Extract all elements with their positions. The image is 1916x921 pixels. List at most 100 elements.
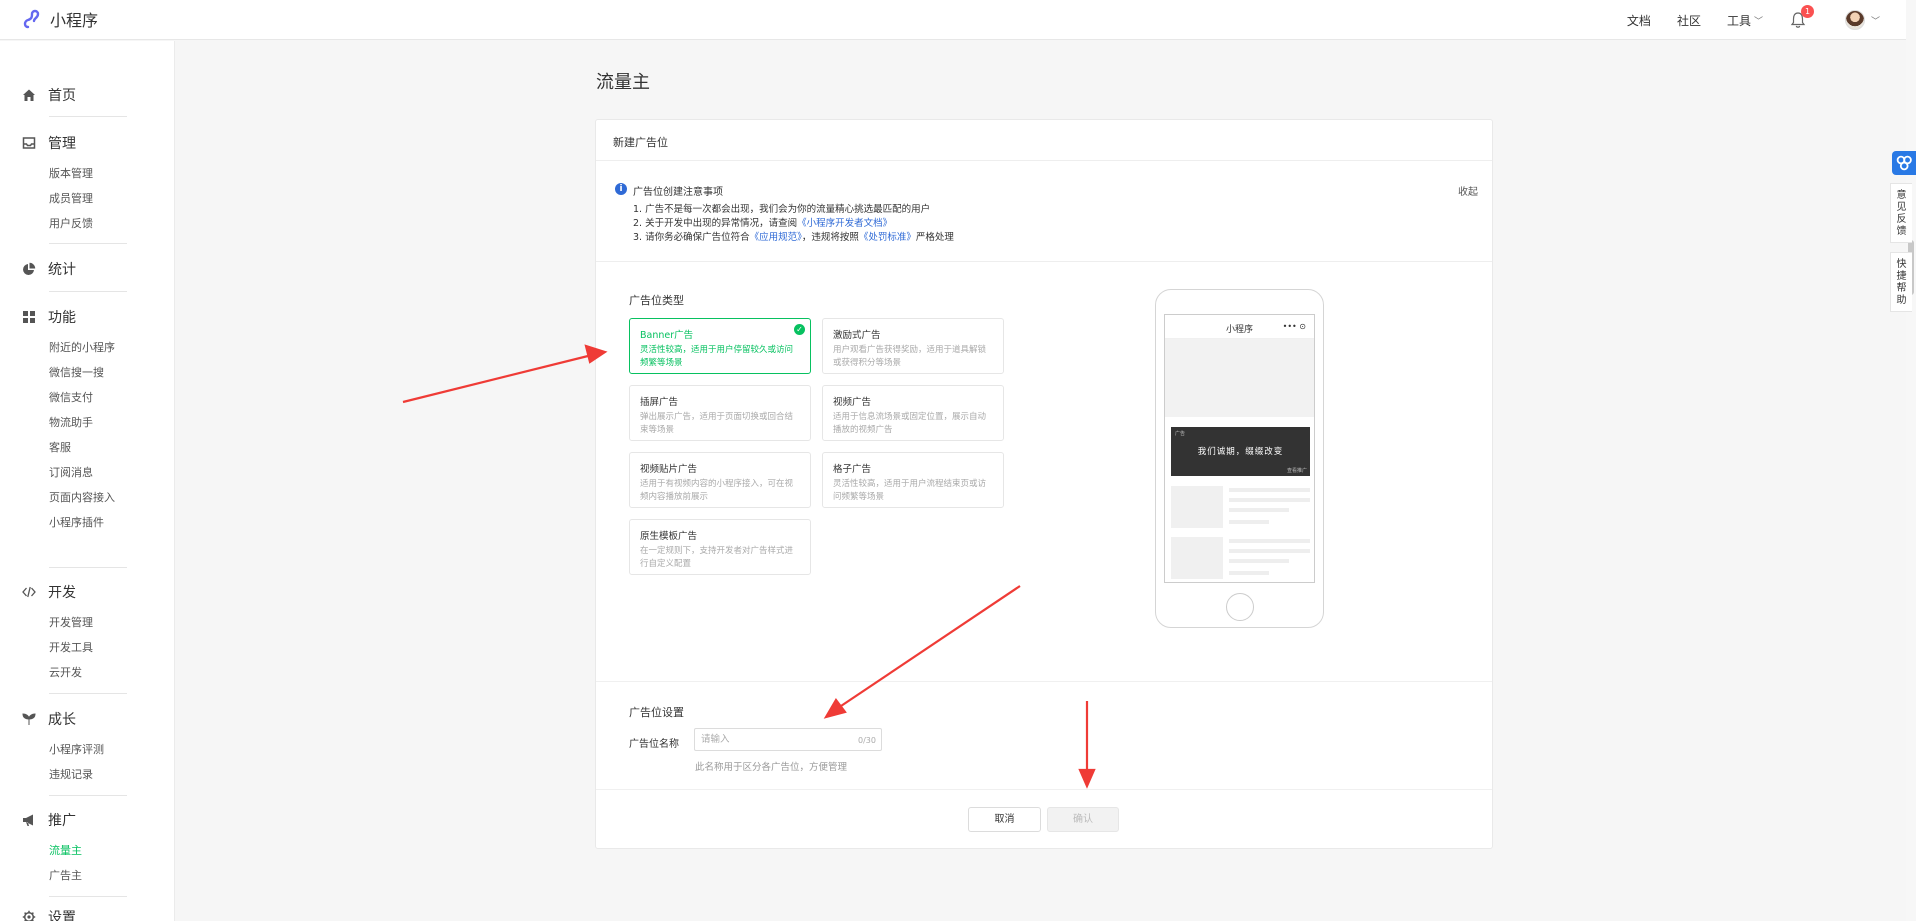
ad-type-desc: 灵活性较高，适用于用户流程结束页或访问频繁等场景 [833,479,987,502]
notice-panel: i 广告位创建注意事项 收起 1. 广告不是每一次都会出现，我们会为你的流量精心… [596,161,1492,262]
sidebar-item-subscribe-msg[interactable]: 订阅消息 [22,460,128,485]
check-circle-icon: ✓ [794,324,805,335]
notice-collapse-link[interactable]: 收起 [1458,183,1478,198]
ad-type-name: 原生模板广告 [640,531,698,542]
notice-text: 3. 请你务必确保广告位符合 [633,232,750,243]
sidebar-item-label: 管理 [48,136,76,152]
sidebar-divider [49,795,127,796]
sidebar-item-cloud-dev[interactable]: 云开发 [22,660,128,685]
sidebar-item-dev-tools[interactable]: 开发工具 [22,635,128,660]
assistant-icon [1896,155,1912,171]
ad-type-video[interactable]: 视频广告 适用于信息流场景或固定位置，展示自动播放的视频广告 [822,385,1004,441]
sidebar-section-promotion: 推广 流量主 广告主 [22,808,128,888]
sidebar-item-stats[interactable]: 统计 [22,257,128,281]
sidebar-item-dev-manage[interactable]: 开发管理 [22,610,128,635]
avatar [1844,10,1865,30]
sidebar-item-customer-service[interactable]: 客服 [22,435,128,460]
nav-community[interactable]: 社区 [1677,12,1701,29]
sidebar-item-wechat-pay[interactable]: 微信支付 [22,385,128,410]
cancel-button[interactable]: 取消 [968,807,1041,832]
page-scrollbar[interactable] [1906,0,1916,921]
sidebar-item-member-manage[interactable]: 成员管理 [22,186,128,211]
penalty-rules-link[interactable]: 《处罚标准》 [859,232,916,243]
feedback-tab[interactable]: 意见反馈 [1890,183,1912,243]
sidebar-item-advertiser[interactable]: 广告主 [22,863,128,888]
card-header: 新建广告位 [596,120,1492,161]
page-title: 流量主 [596,72,650,93]
ad-type-banner[interactable]: Banner广告 灵活性较高，适用于用户停留较久或访问频繁等场景 ✓ [629,318,811,374]
ad-type-native-template[interactable]: 原生模板广告 在一定规则下，支持开发者对广告样式进行自定义配置 [629,519,811,575]
feed-line [1229,559,1289,563]
ad-type-rewarded[interactable]: 激励式广告 用户观看广告获得奖励，适用于道具解锁或获得积分等场景 [822,318,1004,374]
sidebar: 首页 管理 版本管理 成员管理 用户反馈 统计 功能 附近的小程序 微信搜一搜 [0,41,175,921]
ad-type-desc: 灵活性较高，适用于用户停留较久或访问频繁等场景 [640,345,794,368]
ad-type-name: 视频广告 [833,397,872,408]
section-divider [596,681,1492,682]
phone-navbar: 小程序 ••• ⊙ [1165,315,1314,339]
ad-type-name: 插屏广告 [640,397,679,408]
megaphone-icon [23,814,33,826]
notification-bell[interactable]: 1 [1789,5,1814,29]
ad-type-name: 视频贴片广告 [640,464,698,475]
sidebar-item-nearby[interactable]: 附近的小程序 [22,335,128,360]
confirm-button[interactable]: 确认 [1047,807,1119,832]
sidebar-item-wechat-search[interactable]: 微信搜一搜 [22,360,128,385]
sidebar-section-growth: 成长 小程序评测 违规记录 [22,707,128,787]
banner-ad-text: 我们诚期，缀缀改变 [1197,447,1284,457]
ad-type-video-patch[interactable]: 视频贴片广告 适用于有视频内容的小程序接入，可在视频内容播放前展示 [629,452,811,508]
sidebar-item-manage[interactable]: 管理 [22,131,128,155]
sidebar-item-growth[interactable]: 成长 [22,707,128,731]
quick-help-tab[interactable]: 快捷帮助 [1890,252,1912,312]
sidebar-section-home: 首页 [22,83,128,107]
floating-assistant-logo[interactable] [1892,151,1916,175]
sidebar-section-settings: 设置 [22,891,128,921]
grid-icon [23,311,35,323]
phone-content-placeholder [1165,339,1314,417]
sidebar-item-label: 开发 [48,585,76,601]
notice-title: 广告位创建注意事项 [633,187,723,198]
app-rules-link[interactable]: 《应用规范》 [750,232,802,243]
nav-docs[interactable]: 文档 [1627,12,1651,29]
ad-type-desc: 在一定规则下，支持开发者对广告样式进行自定义配置 [640,546,794,569]
sidebar-item-settings[interactable]: 设置 [22,905,128,921]
sidebar-item-plugins[interactable]: 小程序插件 [22,510,128,535]
ad-type-grid[interactable]: 格子广告 灵活性较高，适用于用户流程结束页或访问频繁等场景 [822,452,1004,508]
sidebar-item-violations[interactable]: 违规记录 [22,762,128,787]
ad-name-char-count: 0/30 [858,736,876,745]
ad-type-title: 广告位类型 [629,294,684,307]
ad-name-input[interactable] [694,728,882,751]
dev-docs-link[interactable]: 《小程序开发者文档》 [797,218,892,229]
app-logo[interactable]: 小程序 [22,7,98,31]
ad-type-desc: 适用于有视频内容的小程序接入，可在视频内容播放前展示 [640,479,794,502]
sidebar-item-label: 设置 [48,910,76,921]
feed-line [1229,539,1310,543]
sidebar-section-stats: 统计 [22,257,128,281]
feed-thumb [1171,537,1223,579]
ad-type-desc: 适用于信息流场景或固定位置，展示自动播放的视频广告 [833,412,987,435]
sidebar-item-version-manage[interactable]: 版本管理 [22,161,128,186]
sprout-icon [22,713,36,725]
feed-line [1229,520,1269,524]
chevron-down-icon: ﹀ [1753,16,1763,27]
sidebar-item-develop[interactable]: 开发 [22,580,128,604]
sidebar-item-page-content[interactable]: 页面内容接入 [22,485,128,510]
sidebar-item-home[interactable]: 首页 [22,83,128,107]
user-menu[interactable]: ﹀ [1844,10,1880,30]
sidebar-item-evaluation[interactable]: 小程序评测 [22,737,128,762]
sidebar-item-label: 功能 [48,310,76,326]
sidebar-item-user-feedback[interactable]: 用户反馈 [22,211,128,236]
phone-screen: 小程序 ••• ⊙ 广告 我们诚期，缀缀改变 查看推广 [1164,314,1315,583]
ad-type-desc: 用户观看广告获得奖励，适用于道具解锁或获得积分等场景 [833,345,987,368]
notification-badge: 1 [1800,5,1814,18]
sidebar-section-manage: 管理 版本管理 成员管理 用户反馈 [22,131,128,236]
sidebar-item-label: 推广 [48,813,76,829]
ad-type-name: 激励式广告 [833,330,881,341]
ad-type-interstitial[interactable]: 插屏广告 弹出展示广告，适用于页面切换或回合结束等场景 [629,385,811,441]
nav-tools[interactable]: 工具 ﹀ [1727,12,1763,29]
sidebar-item-features[interactable]: 功能 [22,305,128,329]
sidebar-item-traffic-owner[interactable]: 流量主 [22,838,128,863]
sidebar-item-promotion[interactable]: 推广 [22,808,128,832]
banner-ad-tag: 广告 [1175,431,1186,437]
sidebar-item-logistics[interactable]: 物流助手 [22,410,128,435]
feed-placeholder-row [1171,537,1310,579]
